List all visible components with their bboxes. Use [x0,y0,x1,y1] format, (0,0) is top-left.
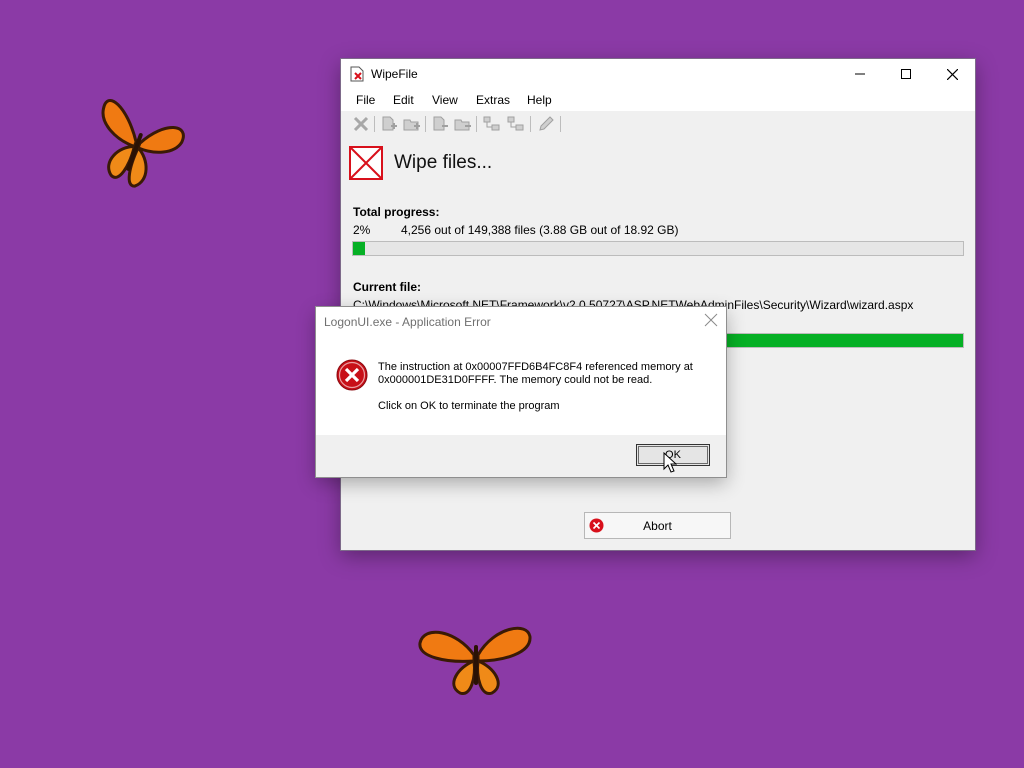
current-file-label: Current file: [353,280,422,294]
maximize-icon [901,69,911,79]
abort-button-label: Abort [643,519,672,533]
close-button[interactable] [929,59,975,89]
menu-edit[interactable]: Edit [393,93,414,107]
delete-icon[interactable] [352,116,370,132]
toolbar-separator [425,116,426,132]
maximize-button[interactable] [883,59,929,89]
page-title: Wipe files... [394,152,493,173]
toolbar-separator [476,116,477,132]
remove-folder-icon[interactable] [454,116,472,132]
title-bar[interactable]: WipeFile [341,59,975,89]
total-progress-bar [352,241,964,256]
add-file-icon[interactable] [380,116,398,132]
menu-bar: File Edit View Extras Help [341,89,975,111]
remove-file-icon[interactable] [431,116,449,132]
window-title: WipeFile [371,67,418,81]
expand-icon[interactable] [483,116,501,132]
menu-view[interactable]: View [432,93,458,107]
wipefile-app-icon [350,66,364,82]
dialog-close-icon[interactable] [704,313,718,327]
total-progress-percent: 2% [353,223,371,237]
menu-help[interactable]: Help [527,93,552,107]
butterfly-image [101,99,185,188]
error-icon [336,359,368,391]
total-progress-detail: 4,256 out of 149,388 files (3.88 GB out … [401,223,679,237]
error-message: The instruction at 0x00007FFD6B4FC8F4 re… [378,361,693,386]
collapse-icon[interactable] [507,116,525,132]
menu-extras[interactable]: Extras [476,93,510,107]
edit-icon[interactable] [537,116,555,132]
toolbar-separator [530,116,531,132]
wipe-files-icon [349,146,383,180]
minimize-icon [855,73,865,75]
toolbar [341,112,975,136]
mouse-cursor-icon [663,452,677,473]
butterfly-image [418,626,532,695]
minimize-button[interactable] [837,59,883,89]
menu-file[interactable]: File [356,93,375,107]
dialog-title: LogonUI.exe - Application Error [324,315,491,329]
add-folder-icon[interactable] [403,116,421,132]
toolbar-separator [560,116,561,132]
total-progress-label: Total progress: [353,205,440,219]
abort-button[interactable]: Abort [584,512,731,539]
total-progress-fill [353,242,366,255]
error-instruction: Click on OK to terminate the program [378,400,560,412]
toolbar-separator [374,116,375,132]
close-icon [946,68,958,80]
